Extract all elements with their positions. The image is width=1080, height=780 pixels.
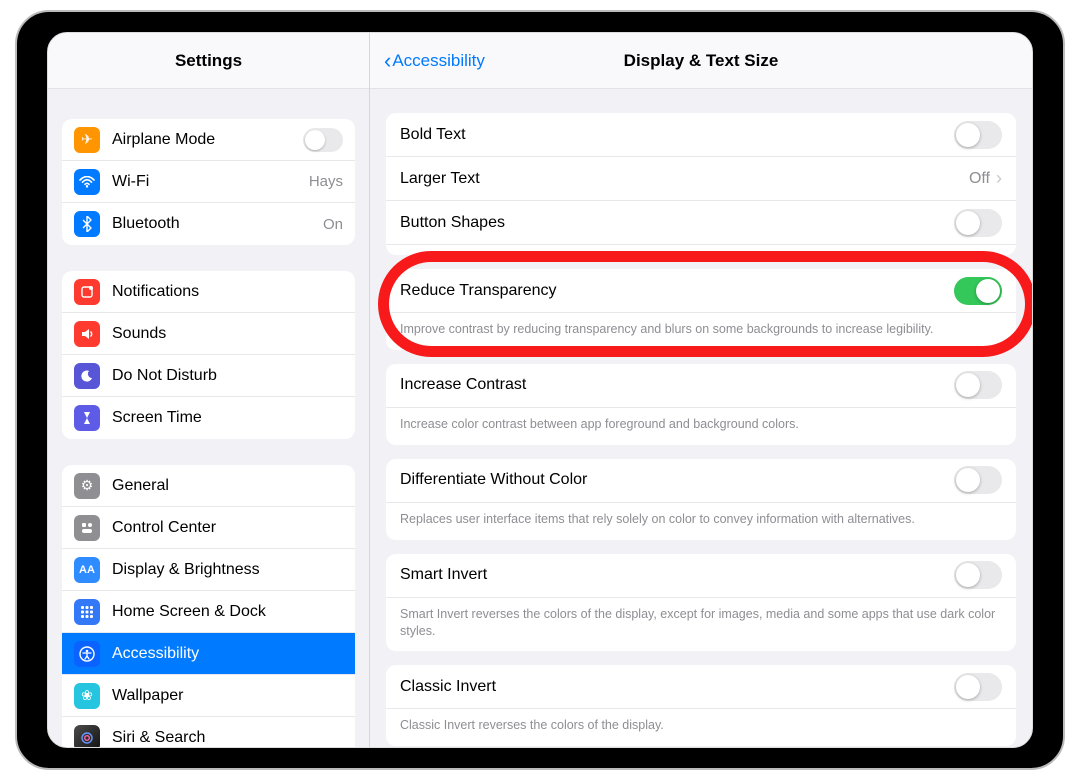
increase-contrast-footnote: Increase color contrast between app fore… [386,408,1016,445]
sidebar-item-screen-time[interactable]: Screen Time [62,397,355,439]
cell-label: Reduce Transparency [400,282,954,300]
cell-label: Button Shapes [400,214,954,232]
sidebar-item-label: General [112,477,343,495]
diff-without-color-toggle[interactable] [954,466,1002,494]
wifi-icon [74,169,100,195]
smart-invert-footnote: Smart Invert reverses the colors of the … [386,598,1016,652]
sidebar-group-activity: Notifications Sounds Do Not Disturb [62,271,355,439]
section-reduce-transparency: Reduce Transparency Improve contrast by … [386,269,1016,350]
cell-label: Bold Text [400,126,954,144]
dnd-icon [74,363,100,389]
cell-button-shapes[interactable]: Button Shapes [386,201,1016,245]
sidebar-group-connectivity: ✈ Airplane Mode Wi-Fi Hays [62,119,355,245]
sidebar-item-label: Accessibility [112,645,343,663]
screentime-icon [74,405,100,431]
reduce-transparency-toggle[interactable] [954,277,1002,305]
increase-contrast-toggle[interactable] [954,371,1002,399]
wallpaper-icon: ❀ [74,683,100,709]
accessibility-icon [74,641,100,667]
detail-scroll[interactable]: Bold Text Larger Text Off › Button Shape… [370,89,1032,747]
section-increase-contrast: Increase Contrast Increase color contras… [386,364,1016,445]
cell-partial-onoff-labels [386,245,1016,255]
bluetooth-value: On [323,216,343,233]
wifi-network-value: Hays [309,173,343,190]
cell-reduce-transparency[interactable]: Reduce Transparency [386,269,1016,313]
reduce-transparency-footnote: Improve contrast by reducing transparenc… [386,313,1016,350]
sidebar-item-label: Home Screen & Dock [112,603,343,621]
sidebar-item-label: Screen Time [112,409,343,427]
classic-invert-toggle[interactable] [954,673,1002,701]
smart-invert-toggle[interactable] [954,561,1002,589]
controlcenter-icon [74,515,100,541]
sidebar-item-home-screen-dock[interactable]: Home Screen & Dock [62,591,355,633]
sidebar-item-label: Airplane Mode [112,131,303,149]
cell-label: Smart Invert [400,566,954,584]
siri-icon [74,725,100,748]
sounds-icon [74,321,100,347]
airplane-icon: ✈ [74,127,100,153]
cell-label: Classic Invert [400,678,954,696]
chevron-right-icon: › [996,168,1002,189]
sidebar-item-notifications[interactable]: Notifications [62,271,355,313]
classic-invert-footnote: Classic Invert reverses the colors of th… [386,709,1016,746]
cell-smart-invert[interactable]: Smart Invert [386,554,1016,598]
sidebar-item-accessibility[interactable]: Accessibility [62,633,355,675]
settings-sidebar: Settings ✈ Airplane Mode Wi-Fi Hays [48,33,370,747]
sidebar-item-label: Do Not Disturb [112,367,343,385]
back-button[interactable]: ‹ Accessibility [384,50,485,72]
screen: Settings ✈ Airplane Mode Wi-Fi Hays [47,32,1033,748]
button-shapes-toggle[interactable] [954,209,1002,237]
sidebar-item-general[interactable]: ⚙ General [62,465,355,507]
sidebar-item-display-brightness[interactable]: AA Display & Brightness [62,549,355,591]
cell-label: Differentiate Without Color [400,471,954,489]
navbar: ‹ Accessibility Display & Text Size [370,33,1032,89]
diff-without-color-footnote: Replaces user interface items that rely … [386,503,1016,540]
bold-text-toggle[interactable] [954,121,1002,149]
sidebar-item-bluetooth[interactable]: Bluetooth On [62,203,355,245]
sidebar-item-control-center[interactable]: Control Center [62,507,355,549]
cell-label: Larger Text [400,170,969,188]
sidebar-item-label: Bluetooth [112,215,323,233]
ipad-frame: Settings ✈ Airplane Mode Wi-Fi Hays [15,10,1065,770]
bluetooth-icon [74,211,100,237]
chevron-left-icon: ‹ [384,50,391,72]
section-smart-invert: Smart Invert Smart Invert reverses the c… [386,554,1016,652]
notifications-icon [74,279,100,305]
larger-text-value: Off [969,170,990,188]
sidebar-item-airplane-mode[interactable]: ✈ Airplane Mode [62,119,355,161]
sidebar-item-label: Display & Brightness [112,561,343,579]
sidebar-item-siri-search[interactable]: Siri & Search [62,717,355,747]
sidebar-item-label: Wallpaper [112,687,343,705]
cell-classic-invert[interactable]: Classic Invert [386,665,1016,709]
sidebar-item-label: Notifications [112,283,343,301]
cell-larger-text[interactable]: Larger Text Off › [386,157,1016,201]
cell-diff-without-color[interactable]: Differentiate Without Color [386,459,1016,503]
airplane-toggle[interactable] [303,128,343,152]
sidebar-scroll[interactable]: ✈ Airplane Mode Wi-Fi Hays [48,89,369,747]
cell-bold-text[interactable]: Bold Text [386,113,1016,157]
sidebar-item-wallpaper[interactable]: ❀ Wallpaper [62,675,355,717]
sidebar-item-label: Sounds [112,325,343,343]
sidebar-item-wifi[interactable]: Wi-Fi Hays [62,161,355,203]
back-label: Accessibility [392,51,485,71]
sidebar-item-label: Wi-Fi [112,173,309,191]
sidebar-item-label: Control Center [112,519,343,537]
detail-pane: ‹ Accessibility Display & Text Size Bold… [370,33,1032,747]
section-text: Bold Text Larger Text Off › Button Shape… [386,113,1016,255]
sidebar-item-do-not-disturb[interactable]: Do Not Disturb [62,355,355,397]
sidebar-item-label: Siri & Search [112,729,343,747]
sidebar-title: Settings [48,33,369,89]
section-classic-invert: Classic Invert Classic Invert reverses t… [386,665,1016,746]
cell-increase-contrast[interactable]: Increase Contrast [386,364,1016,408]
sidebar-item-sounds[interactable]: Sounds [62,313,355,355]
general-icon: ⚙ [74,473,100,499]
sidebar-group-general: ⚙ General Control Center AA Display & Br… [62,465,355,747]
homescreen-icon [74,599,100,625]
cell-label: Increase Contrast [400,376,954,394]
display-icon: AA [74,557,100,583]
section-diff-without-color: Differentiate Without Color Replaces use… [386,459,1016,540]
